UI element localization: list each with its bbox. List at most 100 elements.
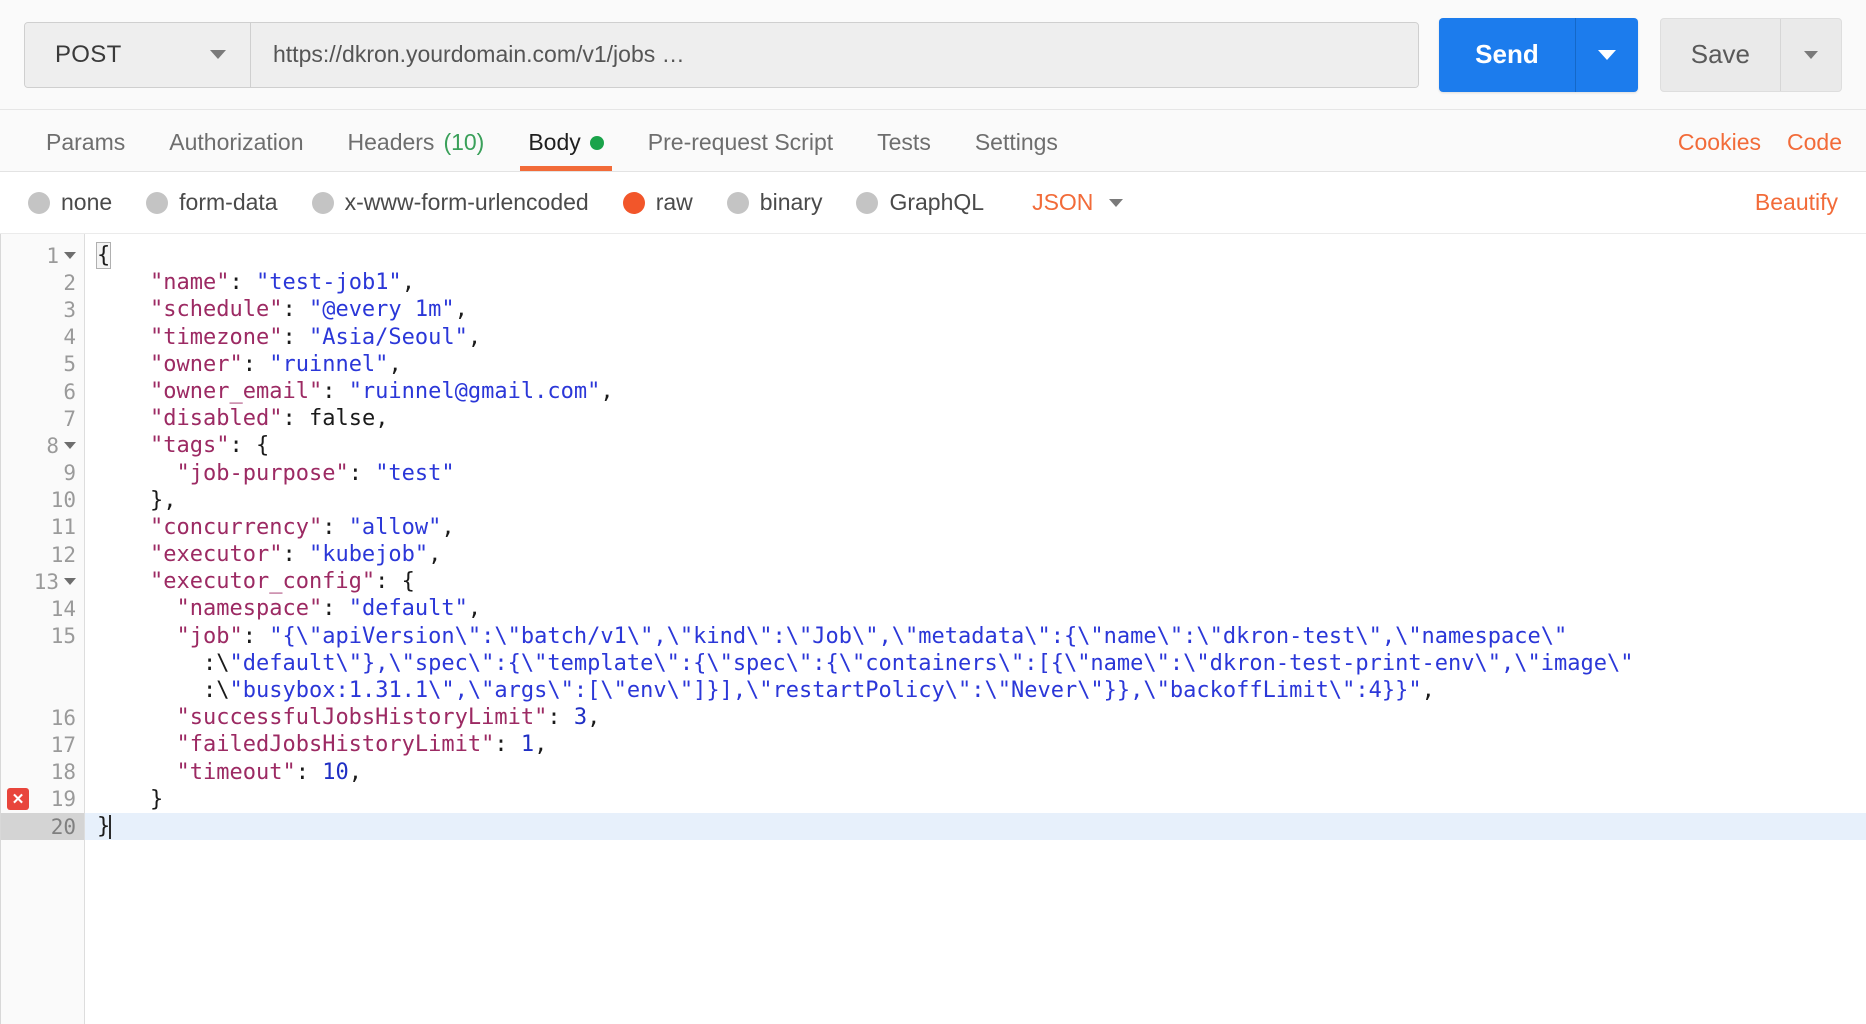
line-number-text: 20 [50, 814, 76, 839]
body-type-radio-label: raw [655, 189, 693, 215]
chevron-down-icon [1804, 50, 1818, 59]
tab-tests[interactable]: Tests [855, 129, 953, 171]
request-tab-bar: Params Authorization Headers (10) Body Pre-re… [0, 110, 1866, 172]
editor-code-area[interactable]: { "name": "test-job1", "schedule": "@eve… [85, 234, 1866, 988]
request-body-editor[interactable]: 1 2 3 4 5 6 7 8 9 10 11 12 13 14 15 16 17 18 ✕ 19 20 { "name… [0, 234, 1866, 988]
editor-line-number: 6 [1, 378, 84, 405]
send-dropdown-button[interactable] [1575, 17, 1638, 92]
fold-toggle-icon[interactable] [64, 251, 76, 259]
beautify-button[interactable]: Beautify [1755, 189, 1838, 216]
editor-code-line[interactable]: { [85, 242, 1866, 269]
editor-line-number-gutter: 1 2 3 4 5 6 7 8 9 10 11 12 13 14 15 16 17 18 ✕ 19 20 [1, 234, 85, 988]
editor-line-number: 3 [1, 296, 84, 323]
body-type-radio-none[interactable]: none [28, 189, 112, 216]
editor-code-line[interactable]: "namespace": "default", [85, 595, 1866, 622]
editor-code-line[interactable]: "concurrency": "allow", [85, 514, 1866, 541]
line-number-text: 10 [50, 488, 76, 513]
body-type-radio-graphql[interactable]: GraphQL [856, 189, 984, 216]
tab-bar-actions: Cookies Code [1678, 129, 1842, 171]
editor-line-number: 2 [1, 269, 84, 296]
editor-wrapped-line-spacer [1, 677, 84, 704]
editor-line-number: 11 [1, 514, 84, 541]
error-x-icon[interactable]: ✕ [7, 788, 29, 811]
save-button-label: Save [1690, 39, 1750, 69]
body-type-radio-binary[interactable]: binary [726, 189, 822, 216]
editor-code-line[interactable]: "name": "test-job1", [85, 269, 1866, 296]
body-type-radio-form-data[interactable]: form-data [146, 189, 278, 216]
editor-code-line[interactable]: "job": "{\"apiVersion\":\"batch/v1\",\"k… [85, 623, 1866, 650]
tab-pre-request-script[interactable]: Pre-request Script [626, 129, 855, 171]
http-method-label: POST [55, 40, 122, 68]
tab-label: Authorization [169, 129, 304, 155]
editor-line-number: 12 [1, 541, 84, 568]
tab-modified-dot-icon [589, 135, 604, 150]
editor-line-number: 1 [1, 242, 84, 269]
line-number-text: 13 [33, 569, 59, 594]
tab-params[interactable]: Params [24, 129, 147, 171]
editor-code-line[interactable]: "executor_config": { [85, 568, 1866, 595]
editor-code-line[interactable]: "successfulJobsHistoryLimit": 3, [85, 704, 1866, 731]
editor-code-line[interactable]: "failedJobsHistoryLimit": 1, [85, 731, 1866, 758]
editor-code-line[interactable]: :\"busybox:1.31.1\",\"args\":[\"env\"]}]… [85, 677, 1866, 704]
editor-code-line[interactable]: } [85, 812, 1866, 841]
tab-label: Headers [347, 129, 435, 155]
line-number-text: 19 [50, 787, 76, 812]
body-language-select[interactable]: JSON [1032, 189, 1124, 216]
editor-line-number: 4 [1, 324, 84, 351]
send-button[interactable]: Send [1439, 17, 1576, 92]
editor-code-line[interactable]: "timezone": "Asia/Seoul", [85, 324, 1866, 351]
editor-line-number: 10 [1, 487, 84, 514]
line-number-text: 6 [63, 379, 76, 404]
editor-code-line[interactable]: "tags": { [85, 432, 1866, 459]
line-number-text: 8 [46, 433, 59, 458]
radio-button-icon [28, 191, 50, 214]
line-number-text: 1 [46, 243, 59, 268]
tab-authorization[interactable]: Authorization [147, 129, 325, 171]
radio-button-icon [622, 191, 645, 214]
tab-label: Body [528, 129, 581, 155]
editor-line-number: 13 [1, 568, 84, 595]
line-number-text: 14 [50, 597, 76, 622]
body-type-radio-label: form-data [179, 189, 278, 215]
editor-code-line[interactable]: "disabled": false, [85, 405, 1866, 432]
editor-code-line[interactable]: :\"default\"},\"spec\":{\"template\":{\"… [85, 650, 1866, 677]
save-button[interactable]: Save [1661, 18, 1781, 91]
http-method-select[interactable]: POST [25, 22, 251, 87]
tab-headers[interactable]: Headers (10) [326, 129, 507, 171]
fold-toggle-icon[interactable] [64, 441, 76, 449]
line-number-text: 7 [63, 406, 76, 431]
line-number-text: 4 [63, 325, 76, 350]
editor-code-line[interactable]: "job-purpose": "test" [85, 460, 1866, 487]
editor-bottom-filler [0, 988, 1866, 1024]
editor-line-number: 7 [1, 405, 84, 432]
body-type-radio-x-www-form-urlencoded[interactable]: x-www-form-urlencoded [311, 189, 589, 216]
editor-code-line[interactable]: "executor": "kubejob", [85, 541, 1866, 568]
tab-label: Settings [974, 129, 1058, 155]
send-button-group: Send [1439, 17, 1638, 92]
save-dropdown-button[interactable] [1781, 19, 1841, 91]
tab-settings[interactable]: Settings [953, 129, 1080, 171]
editor-code-line[interactable]: "owner": "ruinnel", [85, 351, 1866, 378]
editor-code-line[interactable]: }, [85, 487, 1866, 514]
body-type-radio-raw[interactable]: raw [622, 189, 693, 216]
editor-line-number: ✕ 19 [1, 786, 84, 813]
editor-code-line[interactable]: } [85, 786, 1866, 813]
send-button-label: Send [1475, 39, 1539, 69]
editor-line-number: 18 [1, 759, 84, 786]
editor-code-line[interactable]: "schedule": "@every 1m", [85, 296, 1866, 323]
code-link[interactable]: Code [1787, 129, 1842, 156]
editor-line-number: 8 [1, 432, 84, 459]
cookies-link[interactable]: Cookies [1678, 129, 1761, 156]
line-number-text: 15 [50, 624, 76, 649]
tab-body[interactable]: Body [506, 129, 625, 171]
editor-line-number: 20 [1, 812, 84, 841]
editor-line-number: 5 [1, 351, 84, 378]
editor-code-line[interactable]: "owner_email": "ruinnel@gmail.com", [85, 378, 1866, 405]
fold-toggle-icon[interactable] [64, 577, 76, 585]
tab-label: Tests [877, 129, 931, 155]
request-url-input[interactable]: https://dkron.yourdomain.com/v1/jobs … [251, 22, 1419, 87]
line-number-text: 12 [50, 542, 76, 567]
editor-code-line[interactable]: "timeout": 10, [85, 759, 1866, 786]
body-language-label: JSON [1032, 189, 1094, 215]
request-url-bar: POST https://dkron.yourdomain.com/v1/job… [0, 0, 1866, 110]
